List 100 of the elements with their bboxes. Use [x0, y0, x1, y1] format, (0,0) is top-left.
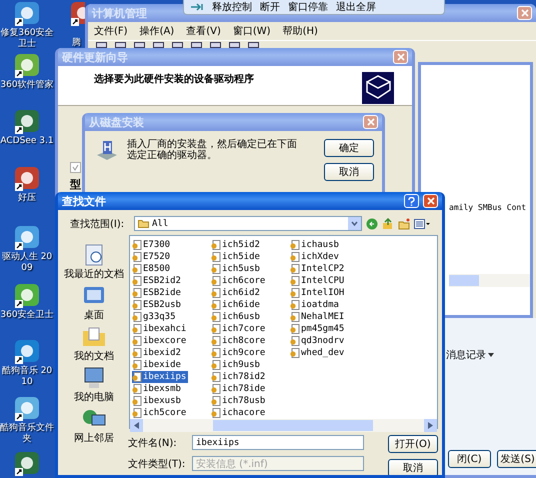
file-item[interactable]: ioatdma [290, 299, 341, 311]
desktop-icon-label[interactable]: 酷狗音乐文件夹 [0, 423, 54, 445]
file-item[interactable]: ich6id2 [211, 287, 262, 299]
app-icon[interactable] [12, 338, 42, 366]
scroll-right-icon[interactable] [428, 422, 433, 429]
file-item[interactable]: ibexahci [132, 323, 188, 335]
file-item[interactable]: ibexide [132, 359, 183, 371]
remote-button[interactable]: 窗口停靠 [288, 0, 328, 14]
new-folder-icon[interactable] [398, 218, 410, 230]
file-item[interactable]: ich5core [132, 407, 188, 419]
file-item[interactable]: ichacore [211, 407, 268, 419]
app-icon[interactable] [12, 224, 42, 252]
arrow-icon[interactable] [190, 3, 204, 11]
desktop-icon-label[interactable]: 修复360安全卫士 [0, 28, 54, 50]
app-icon[interactable] [12, 0, 42, 28]
desktop-icon-label[interactable]: 好压 [18, 193, 36, 204]
desktop-icon-label[interactable]: 360软件管家 [0, 80, 54, 91]
file-item[interactable]: ich9usb [211, 359, 262, 371]
places-item[interactable]: 我最近的文档 [64, 243, 124, 281]
dialog-button[interactable]: 取消 [388, 459, 438, 475]
file-item[interactable]: ESB2usb [132, 299, 183, 311]
setup-file-icon [132, 396, 142, 406]
file-item[interactable]: ich78id2 [211, 371, 268, 383]
file-item[interactable]: ichXdev [290, 251, 341, 263]
file-item[interactable]: ibexcore [132, 335, 188, 347]
file-item[interactable]: ich6usb [211, 311, 262, 323]
file-type-label: 文件类型(T): [128, 458, 186, 470]
app-icon[interactable] [12, 395, 42, 423]
setup-file-icon [132, 264, 142, 274]
file-item[interactable]: ibexiips [132, 371, 188, 383]
look-in-dropdown[interactable]: All [134, 216, 362, 231]
setup-file-icon [290, 336, 300, 346]
file-item[interactable]: ibexid2 [132, 347, 183, 359]
file-item[interactable]: ibexsmb [132, 383, 183, 395]
file-item[interactable]: NehalMEI [290, 311, 346, 323]
setup-file-icon [211, 396, 221, 406]
window-title: 计算机管理 [92, 6, 147, 20]
file-item[interactable]: ich8core [211, 335, 268, 347]
up-folder-icon[interactable] [382, 218, 394, 230]
places-item[interactable]: 我的电脑 [74, 366, 114, 404]
file-name-field[interactable]: ibexiips [192, 435, 364, 450]
app-icon[interactable] [12, 52, 42, 80]
setup-file-icon [211, 240, 221, 250]
window-title: 查找文件 [62, 194, 106, 208]
dialog-button[interactable]: 打开(O) [388, 435, 438, 453]
places-item[interactable]: 网上邻居 [74, 407, 114, 445]
file-item[interactable]: E7300 [132, 239, 172, 251]
close-button[interactable] [423, 194, 438, 208]
setup-file-icon [211, 384, 221, 394]
instruction-text: 插入厂商的安装盘，然后确定已在下面选定正确的驱动器。 [127, 139, 298, 163]
file-item[interactable]: ESB2id2 [132, 275, 183, 287]
setup-file-icon [132, 360, 142, 370]
setup-file-icon [290, 276, 300, 286]
file-item[interactable]: ich5ide [211, 251, 262, 263]
desktop-icon-label[interactable]: ACDSee 3.1 [0, 136, 54, 147]
file-item[interactable]: IntelCP2 [290, 263, 346, 275]
file-item[interactable]: ich7core [211, 323, 268, 335]
setup-file-icon [211, 300, 221, 310]
remote-button[interactable]: 断开 [260, 0, 280, 14]
app-icon[interactable] [12, 165, 42, 193]
help-button[interactable] [404, 194, 419, 208]
desktop-icon-label[interactable]: 360安全卫士 [0, 310, 54, 321]
file-item[interactable]: ich9core [211, 347, 268, 359]
file-item[interactable]: ich5usb [211, 263, 262, 275]
file-item[interactable]: ibexusb [132, 395, 183, 407]
file-item[interactable]: ich78usb [211, 395, 268, 407]
remote-button[interactable]: 退出全屏 [336, 0, 376, 14]
file-item[interactable]: E8500 [132, 263, 172, 275]
app-icon[interactable] [12, 108, 42, 136]
file-item[interactable]: g33q35 [132, 311, 178, 323]
device-name: amily SMBus Cont [449, 203, 528, 212]
back-icon[interactable] [366, 218, 378, 230]
file-item[interactable]: qd3nodrv [290, 335, 346, 347]
scrollbar[interactable] [130, 419, 437, 432]
file-item[interactable]: ich78ide [211, 383, 268, 395]
file-item[interactable]: whed_dev [290, 347, 346, 359]
file-item[interactable]: ESB2ide [132, 287, 183, 299]
app-icon[interactable] [12, 450, 42, 478]
desktop-icon-label[interactable]: 驱动人生 2009 [0, 252, 54, 274]
places-item[interactable]: 桌面 [81, 284, 107, 322]
file-item[interactable]: ichausb [290, 239, 341, 251]
setup-file-icon [211, 288, 221, 298]
file-item[interactable]: ich6core [211, 275, 268, 287]
file-item[interactable]: E7520 [132, 251, 172, 263]
file-item[interactable]: ich5id2 [211, 239, 262, 251]
places-item[interactable]: 我的文档 [74, 325, 114, 363]
app-icon[interactable] [12, 282, 42, 310]
setup-file-icon [132, 240, 142, 250]
setup-file-icon [132, 252, 142, 262]
file-item[interactable]: IntelCPU [290, 275, 346, 287]
setup-file-icon [211, 372, 221, 382]
file-item[interactable]: IntelIOH [290, 287, 346, 299]
view-menu-icon[interactable] [414, 218, 430, 230]
close-icon [366, 118, 374, 126]
remote-button[interactable]: 释放控制 [212, 0, 252, 14]
file-item[interactable]: ich6ide [211, 299, 262, 311]
desktop-icon-label[interactable]: 腾 [72, 38, 81, 49]
desktop-icon-label[interactable]: 酷狗音乐 2010 [0, 366, 54, 388]
file-item[interactable]: pm45gm45 [290, 323, 346, 335]
scroll-left-icon[interactable] [134, 422, 139, 429]
